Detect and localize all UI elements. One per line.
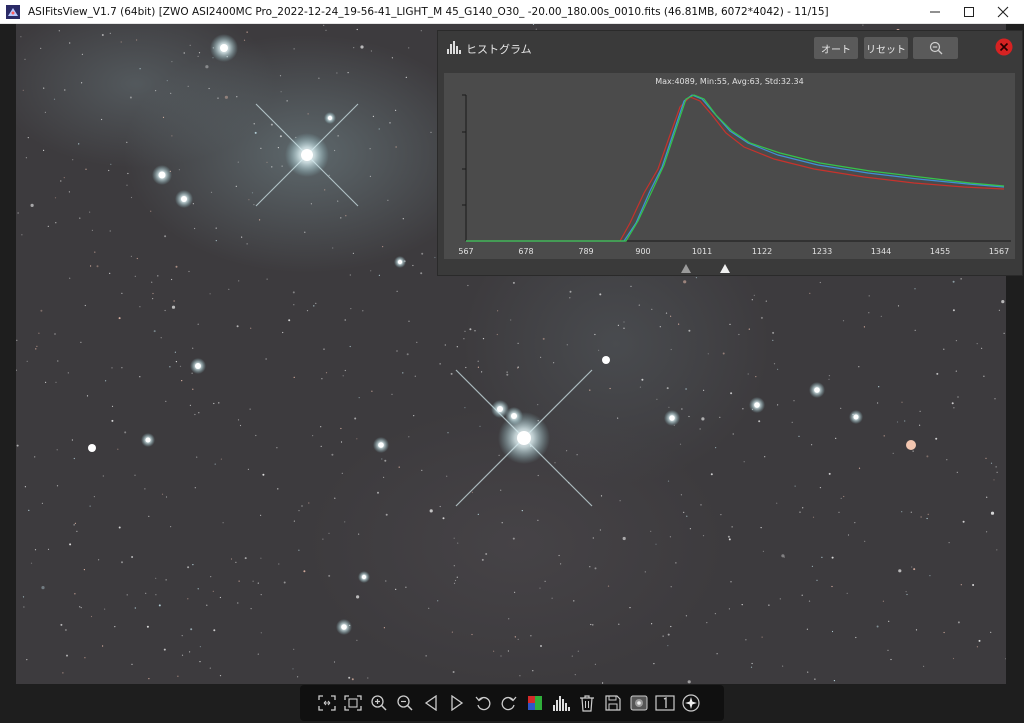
histogram-title: ヒストグラム — [466, 43, 532, 56]
auto-button[interactable]: オート — [814, 37, 858, 59]
actual-size-icon — [344, 695, 362, 711]
stretch-icon — [630, 695, 648, 711]
histogram-curves — [462, 94, 1011, 242]
delete-button[interactable] — [574, 690, 600, 716]
x-tick-label: 1455 — [929, 247, 951, 256]
color-channels-icon — [528, 696, 542, 710]
color-channels-button[interactable] — [522, 690, 548, 716]
bright-star — [455, 369, 593, 507]
maximize-icon — [964, 6, 974, 17]
zoom-in-icon — [371, 695, 387, 711]
minimize-button[interactable] — [918, 0, 952, 24]
bright-star — [255, 103, 359, 207]
previous-icon — [424, 695, 437, 711]
star-button[interactable] — [678, 690, 704, 716]
x-tick-label: 1233 — [811, 247, 833, 256]
rotate-right-icon — [501, 696, 517, 711]
close-button[interactable] — [986, 0, 1020, 24]
x-tick-label: 1344 — [870, 247, 892, 256]
star-icon — [682, 694, 700, 712]
histogram-toggle-button[interactable] — [548, 690, 574, 716]
black-point-slider[interactable] — [681, 264, 691, 273]
red-channel-curve — [466, 96, 1005, 242]
one-to-one-button[interactable] — [652, 690, 678, 716]
app-icon — [6, 4, 20, 19]
left-margin — [0, 24, 16, 684]
x-tick-label: 900 — [635, 247, 651, 256]
histogram-header[interactable]: ヒストグラム オート リセット — [438, 31, 1022, 67]
title-bar: ASIFitsView_V1.7 (64bit) [ZWO ASI2400MC … — [0, 0, 1024, 24]
histogram-icon — [447, 41, 461, 54]
fit-window-button[interactable] — [314, 690, 340, 716]
x-tick-label: 678 — [518, 247, 534, 256]
next-button[interactable] — [444, 690, 470, 716]
fit-window-icon — [318, 695, 336, 711]
x-tick-label: 789 — [578, 247, 594, 256]
x-tick-label: 1122 — [751, 247, 773, 256]
rotate-right-button[interactable] — [496, 690, 522, 716]
maximize-button[interactable] — [952, 0, 986, 24]
zoom-out-icon — [397, 695, 413, 711]
rotate-left-button[interactable] — [470, 690, 496, 716]
bottom-toolbar — [300, 685, 724, 721]
zoom-out-button[interactable] — [913, 37, 958, 59]
blue-channel-curve — [466, 94, 1005, 242]
save-icon — [605, 695, 621, 711]
stretch-button[interactable] — [626, 690, 652, 716]
zoom-in-button[interactable] — [366, 690, 392, 716]
actual-size-button[interactable] — [340, 690, 366, 716]
bright-star — [152, 165, 193, 208]
one-to-one-icon — [655, 695, 675, 711]
rotate-left-icon — [475, 696, 491, 711]
next-icon — [451, 695, 464, 711]
histogram-plot[interactable]: Max:4089, Min:55, Avg:63, Std:32.34 567 … — [444, 73, 1015, 259]
reset-button[interactable]: リセット — [864, 37, 908, 59]
histogram-panel: ヒストグラム オート リセット Max:4089, Min:55, Avg:63… — [437, 30, 1023, 276]
green-channel-curve — [466, 94, 1005, 242]
window-title: ASIFitsView_V1.7 (64bit) [ZWO ASI2400MC … — [28, 5, 829, 18]
histogram-icon — [553, 696, 570, 711]
x-tick-label: 1011 — [691, 247, 713, 256]
x-tick-label: 1567 — [988, 247, 1010, 256]
x-tick-label: 567 — [458, 247, 474, 256]
delete-icon — [580, 694, 594, 712]
close-icon — [997, 6, 1009, 17]
zoom-out-toolbar-button[interactable] — [392, 690, 418, 716]
save-button[interactable] — [600, 690, 626, 716]
minimize-icon — [930, 11, 940, 12]
close-circle-icon[interactable] — [995, 38, 1013, 56]
white-point-slider[interactable] — [720, 264, 730, 273]
bright-star — [210, 34, 238, 62]
zoom-out-icon — [929, 41, 942, 55]
previous-button[interactable] — [418, 690, 444, 716]
